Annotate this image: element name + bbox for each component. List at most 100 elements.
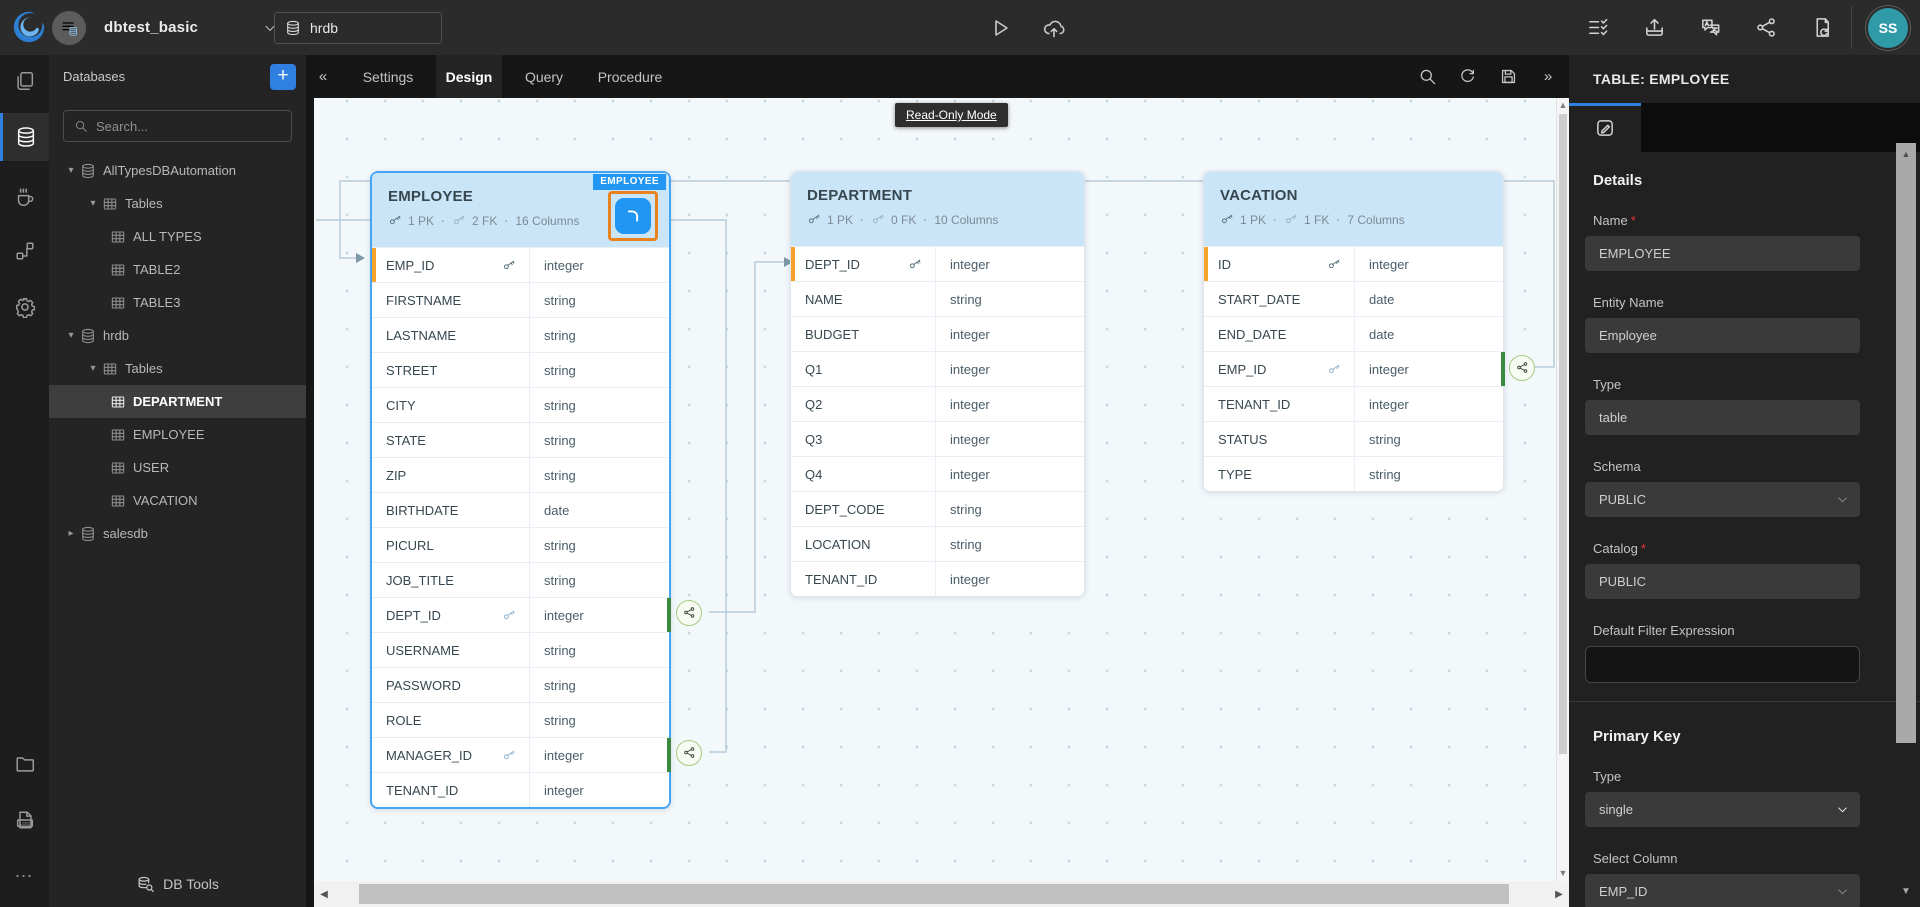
er-column-row-end-date[interactable]: END_DATE date <box>1204 316 1503 351</box>
er-column-row-lastname[interactable]: LASTNAME string <box>372 317 669 352</box>
er-column-row-tenant-id[interactable]: TENANT_ID integer <box>1204 386 1503 421</box>
cloud-upload-button[interactable] <box>1039 13 1069 43</box>
text-field-name[interactable]: EMPLOYEE <box>1585 236 1860 271</box>
execute-button[interactable] <box>985 13 1015 43</box>
er-table-department[interactable]: DEPARTMENT 1 PK· 0 FK· 10 Columns DEPT_I… <box>790 171 1085 597</box>
db-tools-button[interactable]: DB Tools <box>49 861 306 907</box>
text-field-type[interactable]: table <box>1585 400 1860 435</box>
rail-item-settings[interactable] <box>0 283 49 331</box>
select-field-schema[interactable]: PUBLIC <box>1585 482 1860 517</box>
expand-panel-button[interactable]: » <box>1533 55 1563 98</box>
rail-item-more[interactable]: ⋯ <box>0 852 49 900</box>
collapse-caret[interactable]: ▾ <box>62 165 80 176</box>
workspace-switcher[interactable]: dbtest_basic <box>52 0 278 55</box>
collapse-caret[interactable]: ▾ <box>84 363 102 374</box>
tab-settings[interactable]: Settings <box>352 55 424 98</box>
relation-node-employee-dept-id[interactable] <box>676 600 702 626</box>
inspector-scroll-thumb[interactable]: ▲ <box>1896 143 1916 743</box>
tree-item-table3[interactable]: TABLE3 <box>49 286 306 319</box>
text-field-entity-name[interactable]: Employee <box>1585 318 1860 353</box>
vertical-scroll-thumb[interactable] <box>1559 114 1567 754</box>
collapse-caret[interactable]: ▾ <box>84 198 102 209</box>
save-button[interactable] <box>1493 55 1523 98</box>
canvas-vertical-scrollbar[interactable]: ▲ ▼ <box>1556 98 1569 881</box>
er-column-row-dept-id[interactable]: DEPT_ID integer <box>791 246 1084 281</box>
tree-item-vacation[interactable]: VACATION <box>49 484 306 517</box>
er-column-row-username[interactable]: USERNAME string <box>372 632 669 667</box>
er-column-row-q1[interactable]: Q1 integer <box>791 351 1084 386</box>
tab-design[interactable]: Design <box>436 55 502 98</box>
task-list-button[interactable] <box>1584 13 1612 41</box>
er-column-row-q3[interactable]: Q3 integer <box>791 421 1084 456</box>
collapse-sidebar-button[interactable]: « <box>310 55 336 98</box>
scroll-right-arrow[interactable]: ▶ <box>1551 881 1567 907</box>
er-column-row-manager-id[interactable]: MANAGER_ID integer <box>372 737 669 772</box>
scroll-left-arrow[interactable]: ◀ <box>316 881 332 907</box>
er-table-employee[interactable]: EMPLOYEE EMPLOYEE 1 PK· 2 FK· 16 Columns… <box>370 171 671 809</box>
import-button[interactable] <box>1640 13 1668 41</box>
tree-item-employee[interactable]: EMPLOYEE <box>49 418 306 451</box>
er-column-row-dept-code[interactable]: DEPT_CODE string <box>791 491 1084 526</box>
expand-caret[interactable]: ▸ <box>62 528 80 539</box>
er-column-row-password[interactable]: PASSWORD string <box>372 667 669 702</box>
refresh-button[interactable] <box>1452 55 1482 98</box>
rail-item-folders[interactable] <box>0 740 49 788</box>
er-column-row-name[interactable]: NAME string <box>791 281 1084 316</box>
tree-item-hrdb[interactable]: ▾ hrdb <box>49 319 306 352</box>
er-column-row-tenant-id[interactable]: TENANT_ID integer <box>372 772 669 807</box>
er-column-row-emp-id[interactable]: EMP_ID integer <box>1204 351 1503 386</box>
er-table-header[interactable]: VACATION 1 PK· 1 FK· 7 Columns <box>1204 172 1503 246</box>
diagram-search-button[interactable] <box>1412 55 1442 98</box>
rail-item-files[interactable] <box>0 57 49 105</box>
add-database-button[interactable]: + <box>270 64 296 90</box>
rail-item-java[interactable] <box>0 173 49 221</box>
diagram-canvas[interactable]: Read-Only Mode EMPLOYEE EMPLOYEE 1 PK· 2… <box>314 98 1569 881</box>
scroll-up-arrow[interactable]: ▲ <box>1557 100 1569 110</box>
er-table-header[interactable]: DEPARTMENT 1 PK· 0 FK· 10 Columns <box>791 172 1084 246</box>
er-column-row-dept-id[interactable]: DEPT_ID integer <box>372 597 669 632</box>
changelog-button[interactable] <box>1808 13 1836 41</box>
tree-item-user[interactable]: USER <box>49 451 306 484</box>
horizontal-scroll-thumb[interactable] <box>359 884 1509 904</box>
er-column-row-emp-id[interactable]: EMP_ID integer <box>372 247 669 282</box>
search-input[interactable]: Search... <box>63 110 292 142</box>
relation-node-vacation-emp-id[interactable] <box>1509 355 1535 381</box>
text-field-catalog[interactable]: PUBLIC <box>1585 564 1860 599</box>
app-logo-icon[interactable] <box>10 8 48 46</box>
er-column-row-role[interactable]: ROLE string <box>372 702 669 737</box>
rail-item-databases[interactable] <box>0 113 49 161</box>
er-column-row-budget[interactable]: BUDGET integer <box>791 316 1084 351</box>
share-button[interactable] <box>1752 13 1780 41</box>
er-column-row-state[interactable]: STATE string <box>372 422 669 457</box>
scroll-down-arrow[interactable]: ▼ <box>1896 886 1916 897</box>
tree-item-alltypesdbautomation[interactable]: ▾ AllTypesDBAutomation <box>49 154 306 187</box>
er-column-row-q4[interactable]: Q4 integer <box>791 456 1084 491</box>
er-column-row-birthdate[interactable]: BIRTHDATE date <box>372 492 669 527</box>
tab-query[interactable]: Query <box>514 55 574 98</box>
text-field-default-filter-expression[interactable] <box>1585 646 1860 683</box>
select-field-type[interactable]: single <box>1585 792 1860 827</box>
user-avatar[interactable]: SS <box>1868 8 1908 48</box>
tab-procedure[interactable]: Procedure <box>586 55 674 98</box>
er-column-row-start-date[interactable]: START_DATE date <box>1204 281 1503 316</box>
tree-item-tables[interactable]: ▾ Tables <box>49 187 306 220</box>
er-column-row-firstname[interactable]: FIRSTNAME string <box>372 282 669 317</box>
er-column-row-street[interactable]: STREET string <box>372 352 669 387</box>
rail-item-connections[interactable] <box>0 227 49 275</box>
canvas-horizontal-scrollbar[interactable]: ◀ ▶ <box>314 881 1569 907</box>
er-column-row-status[interactable]: STATUS string <box>1204 421 1503 456</box>
relations-toggle-button[interactable] <box>615 198 651 234</box>
er-column-row-id[interactable]: ID integer <box>1204 246 1503 281</box>
er-column-row-city[interactable]: CITY string <box>372 387 669 422</box>
scroll-down-arrow[interactable]: ▼ <box>1557 868 1569 878</box>
rail-item-logs[interactable] <box>0 796 49 844</box>
collapse-caret[interactable]: ▾ <box>62 330 80 341</box>
tree-item-department[interactable]: DEPARTMENT <box>49 385 306 418</box>
relation-node-employee-manager-id[interactable] <box>676 740 702 766</box>
tree-item-tables[interactable]: ▾ Tables <box>49 352 306 385</box>
language-button[interactable] <box>1696 13 1724 41</box>
tree-item-table2[interactable]: TABLE2 <box>49 253 306 286</box>
er-column-row-type[interactable]: TYPE string <box>1204 456 1503 491</box>
select-field-select-column[interactable]: EMP_ID <box>1585 874 1860 907</box>
er-column-row-location[interactable]: LOCATION string <box>791 526 1084 561</box>
